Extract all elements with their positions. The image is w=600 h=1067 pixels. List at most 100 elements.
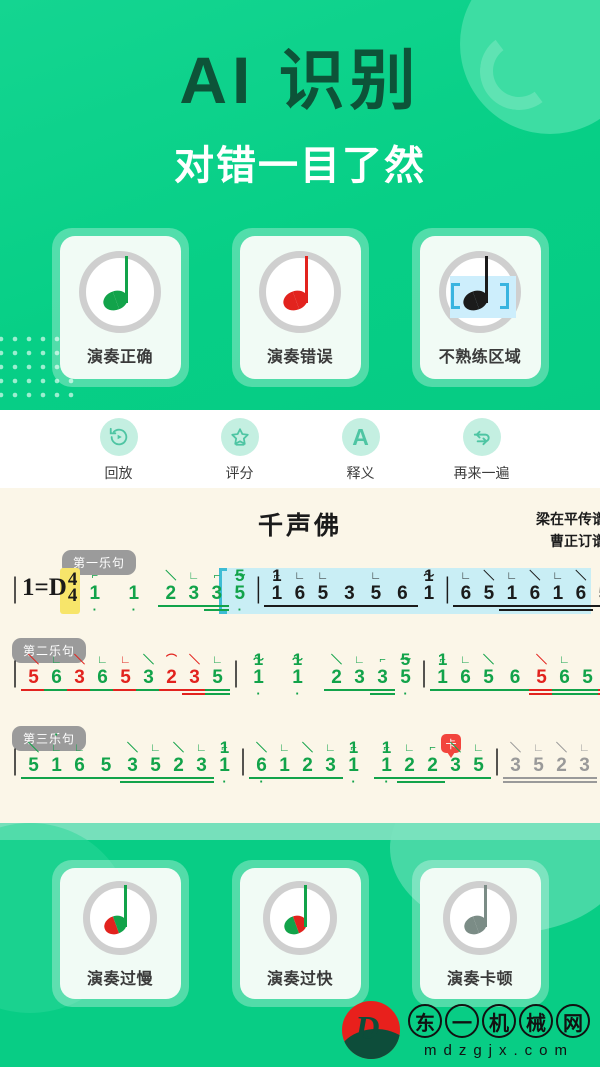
note: ∟ 6 xyxy=(67,743,93,779)
note: ∟ 3 xyxy=(572,743,598,783)
staff-line-1[interactable]: | 1=D44 ⌐1· 1· | ＼2 ∟3 ⌐3 〜55· | ⌐11 ∟6 … xyxy=(0,566,600,628)
note: ⌐ 1 · xyxy=(89,570,101,618)
note: 〜 1 1 · xyxy=(253,650,265,701)
toolbar-item-label: 回放 xyxy=(104,465,133,481)
note: ∟ 5 xyxy=(310,571,336,608)
note: ＼ 2 xyxy=(324,655,350,691)
note: 5 xyxy=(591,584,600,608)
note: ⌐11· xyxy=(596,756,600,775)
key-signature: 1=D 4 4 xyxy=(22,569,78,606)
quarter-note-icon xyxy=(270,885,330,948)
hero-section: AI 识别 对错一目了然 xyxy=(0,0,600,191)
legend-card-label: 演奏正确 xyxy=(86,349,153,366)
note: ＼ 2 xyxy=(549,743,575,783)
measure: ＼ 5 ∟ 1 · ∟ 6 5 ＼ 3 ∟ 5 ＼ 2 ∟ 3 ⌐ 1 1 · xyxy=(21,728,236,789)
note: ＼ 3 xyxy=(443,743,469,779)
quarter-note-icon xyxy=(86,256,154,326)
note: ∟ 6 xyxy=(44,655,70,691)
measure: ＼3 ∟5 ＼2 ∟3 ⌐11· xyxy=(503,743,600,783)
note: ∟ 5 xyxy=(466,743,492,779)
note: ＼ 3 xyxy=(182,655,208,695)
note-ring xyxy=(439,251,521,333)
toolbar-item-label: 释义 xyxy=(346,465,375,481)
note: ＼ 5 xyxy=(21,655,47,691)
note: ⌐11· xyxy=(348,738,359,789)
quarter-note-icon xyxy=(90,885,150,948)
legend-card-correct[interactable]: 演奏正确 xyxy=(51,228,189,387)
footer-watermark: D 东 一 机 械 网 mdzgjx.com xyxy=(342,1001,590,1059)
note: ∟ 1 · xyxy=(44,728,70,779)
toolbar-item-label: 再来一遍 xyxy=(453,465,510,481)
note: ∟ 3 xyxy=(318,743,344,779)
legend-card-too-slow[interactable]: 演奏过慢 xyxy=(51,860,189,1007)
score-credits: 梁在平传谱 曹正订谱 xyxy=(456,510,600,553)
logo-icon: D xyxy=(342,1001,400,1059)
legend-cards-top: 演奏正确 演奏错误 不熟练区域 xyxy=(0,228,600,387)
brand-char: 械 xyxy=(519,1004,553,1038)
note: ∟ 5 xyxy=(205,655,231,695)
toolbar-item-replay[interactable]: 回放 xyxy=(77,418,161,483)
note: 5 xyxy=(90,756,123,779)
legend-card-stuck[interactable]: 演奏卡顿 xyxy=(411,860,549,1007)
measure: ＼ 6 · ∟ 1 ＼ 2 ∟ 3 ⌐ 1 1 · ⌐ 1 1 · ∟ 2 ⌐ 2 ＼ 3 ∟ 5 xyxy=(249,738,492,789)
note: ∟ 6 xyxy=(552,655,578,695)
staff-line-2[interactable]: | ＼ 5 ∟ 6 ＼ 3 ∟ 6 ∟ 5 ＼ 3 ⌒ 2 ＼ 3 ∟ 5 | 〜 1 1 · 〜 1 1 ·… xyxy=(0,650,600,716)
measure: ⌐11 ∟6 ＼5 6 ＼5 ∟6 5 3 〜22· xyxy=(430,651,600,695)
brand-char: 一 xyxy=(445,1004,479,1038)
note: ＼ 5 xyxy=(21,743,47,779)
quarter-note-icon xyxy=(266,256,334,326)
quarter-note-in-region-icon xyxy=(446,256,514,326)
note: ⌐11· xyxy=(219,738,230,789)
score-sheet: 千声佛 梁在平传谱 曹正订谱 第一乐句 第二乐句 第三乐句 | 1=D 4 4 ⌐ 1… xyxy=(0,488,600,823)
note: ＼ 6 xyxy=(522,571,548,612)
credit-line: 梁在平传谱 xyxy=(536,513,600,528)
note: ∟ 5 xyxy=(526,743,552,783)
note: ∟ 3 xyxy=(181,571,207,608)
note: ∟ 1 xyxy=(545,571,571,612)
letter-a-glyph: A xyxy=(352,423,369,450)
note: 〜 1 1 · xyxy=(292,650,304,701)
quarter-note-icon xyxy=(450,885,510,948)
measure: ＼ 5 ∟ 6 ＼ 3 ∟ 6 ∟ 5 ＼ 3 ⌒ 2 ＼ 3 ∟ 5 xyxy=(21,655,231,695)
note: ＼ 6 · xyxy=(249,743,275,788)
note: ∟ 5 xyxy=(113,655,139,691)
note: ∟ 1 xyxy=(499,571,525,612)
loop-repeat-icon xyxy=(462,418,501,456)
note: ＼ 5 xyxy=(476,571,502,608)
note: ＼ 3 xyxy=(120,743,146,783)
logo-letter: D xyxy=(355,1010,380,1047)
credit-line: 曹正订谱 xyxy=(550,534,600,550)
measure: ∟6 ＼5 ∟1 ＼6 ∟1 ＼6 5 3 〜55· xyxy=(453,571,600,612)
measure: ⌐ 1 1 ∟ 6 ∟ 5 3 ∟ 5 6 〜 1 1 xyxy=(264,567,440,608)
note: ∟ 6 xyxy=(453,571,479,608)
note: 5 xyxy=(575,668,600,695)
brand-name: 东 一 机 械 网 xyxy=(408,1004,590,1038)
brand-char: 机 xyxy=(482,1004,516,1038)
note: 6 xyxy=(386,584,419,608)
legend-card-unfamiliar-region[interactable]: 不熟练区域 xyxy=(411,228,549,387)
note: ＼ 5 xyxy=(476,655,502,691)
barline: | xyxy=(12,571,19,605)
legend-card-label: 演奏错误 xyxy=(266,349,333,366)
note: ⌐ 1 1 xyxy=(264,567,290,608)
brand-char: 网 xyxy=(556,1004,590,1038)
legend-card-label: 演奏过快 xyxy=(266,971,333,988)
brand-url: mdzgjx.com xyxy=(423,1042,575,1059)
toolbar-item-definition[interactable]: A 释义 xyxy=(319,418,403,483)
legend-card-too-fast[interactable]: 演奏过快 xyxy=(231,860,369,1007)
measure: ⌐ 1 · 1 · xyxy=(79,570,145,618)
note: 〜 5 5 · xyxy=(234,566,246,618)
playback-toolbar: 回放 评分 A 释义 再来一遍 xyxy=(0,418,600,483)
staff-line-3[interactable]: 卡 | ＼ 5 ∟ 1 · ∟ 6 5 ＼ 3 ∟ 5 ＼ 2 ∟ 3 ⌐ 1 1 · | ＼ 6 · ∟… xyxy=(0,728,600,804)
star-rating-icon xyxy=(220,418,259,456)
note: ＼ 3 xyxy=(136,655,162,691)
page-subtitle: 对错一目了然 xyxy=(174,144,426,189)
note: ＼ 2 xyxy=(158,571,184,608)
note: ＼ 2 xyxy=(166,743,192,783)
toolbar-item-score[interactable]: 评分 xyxy=(198,418,282,483)
toolbar-item-retry[interactable]: 再来一遍 xyxy=(440,418,524,483)
legend-card-wrong[interactable]: 演奏错误 xyxy=(231,228,369,387)
note: 〜 5 5 · xyxy=(400,650,412,701)
note: ∟ 1 xyxy=(272,743,298,779)
toolbar-item-label: 评分 xyxy=(225,465,254,481)
